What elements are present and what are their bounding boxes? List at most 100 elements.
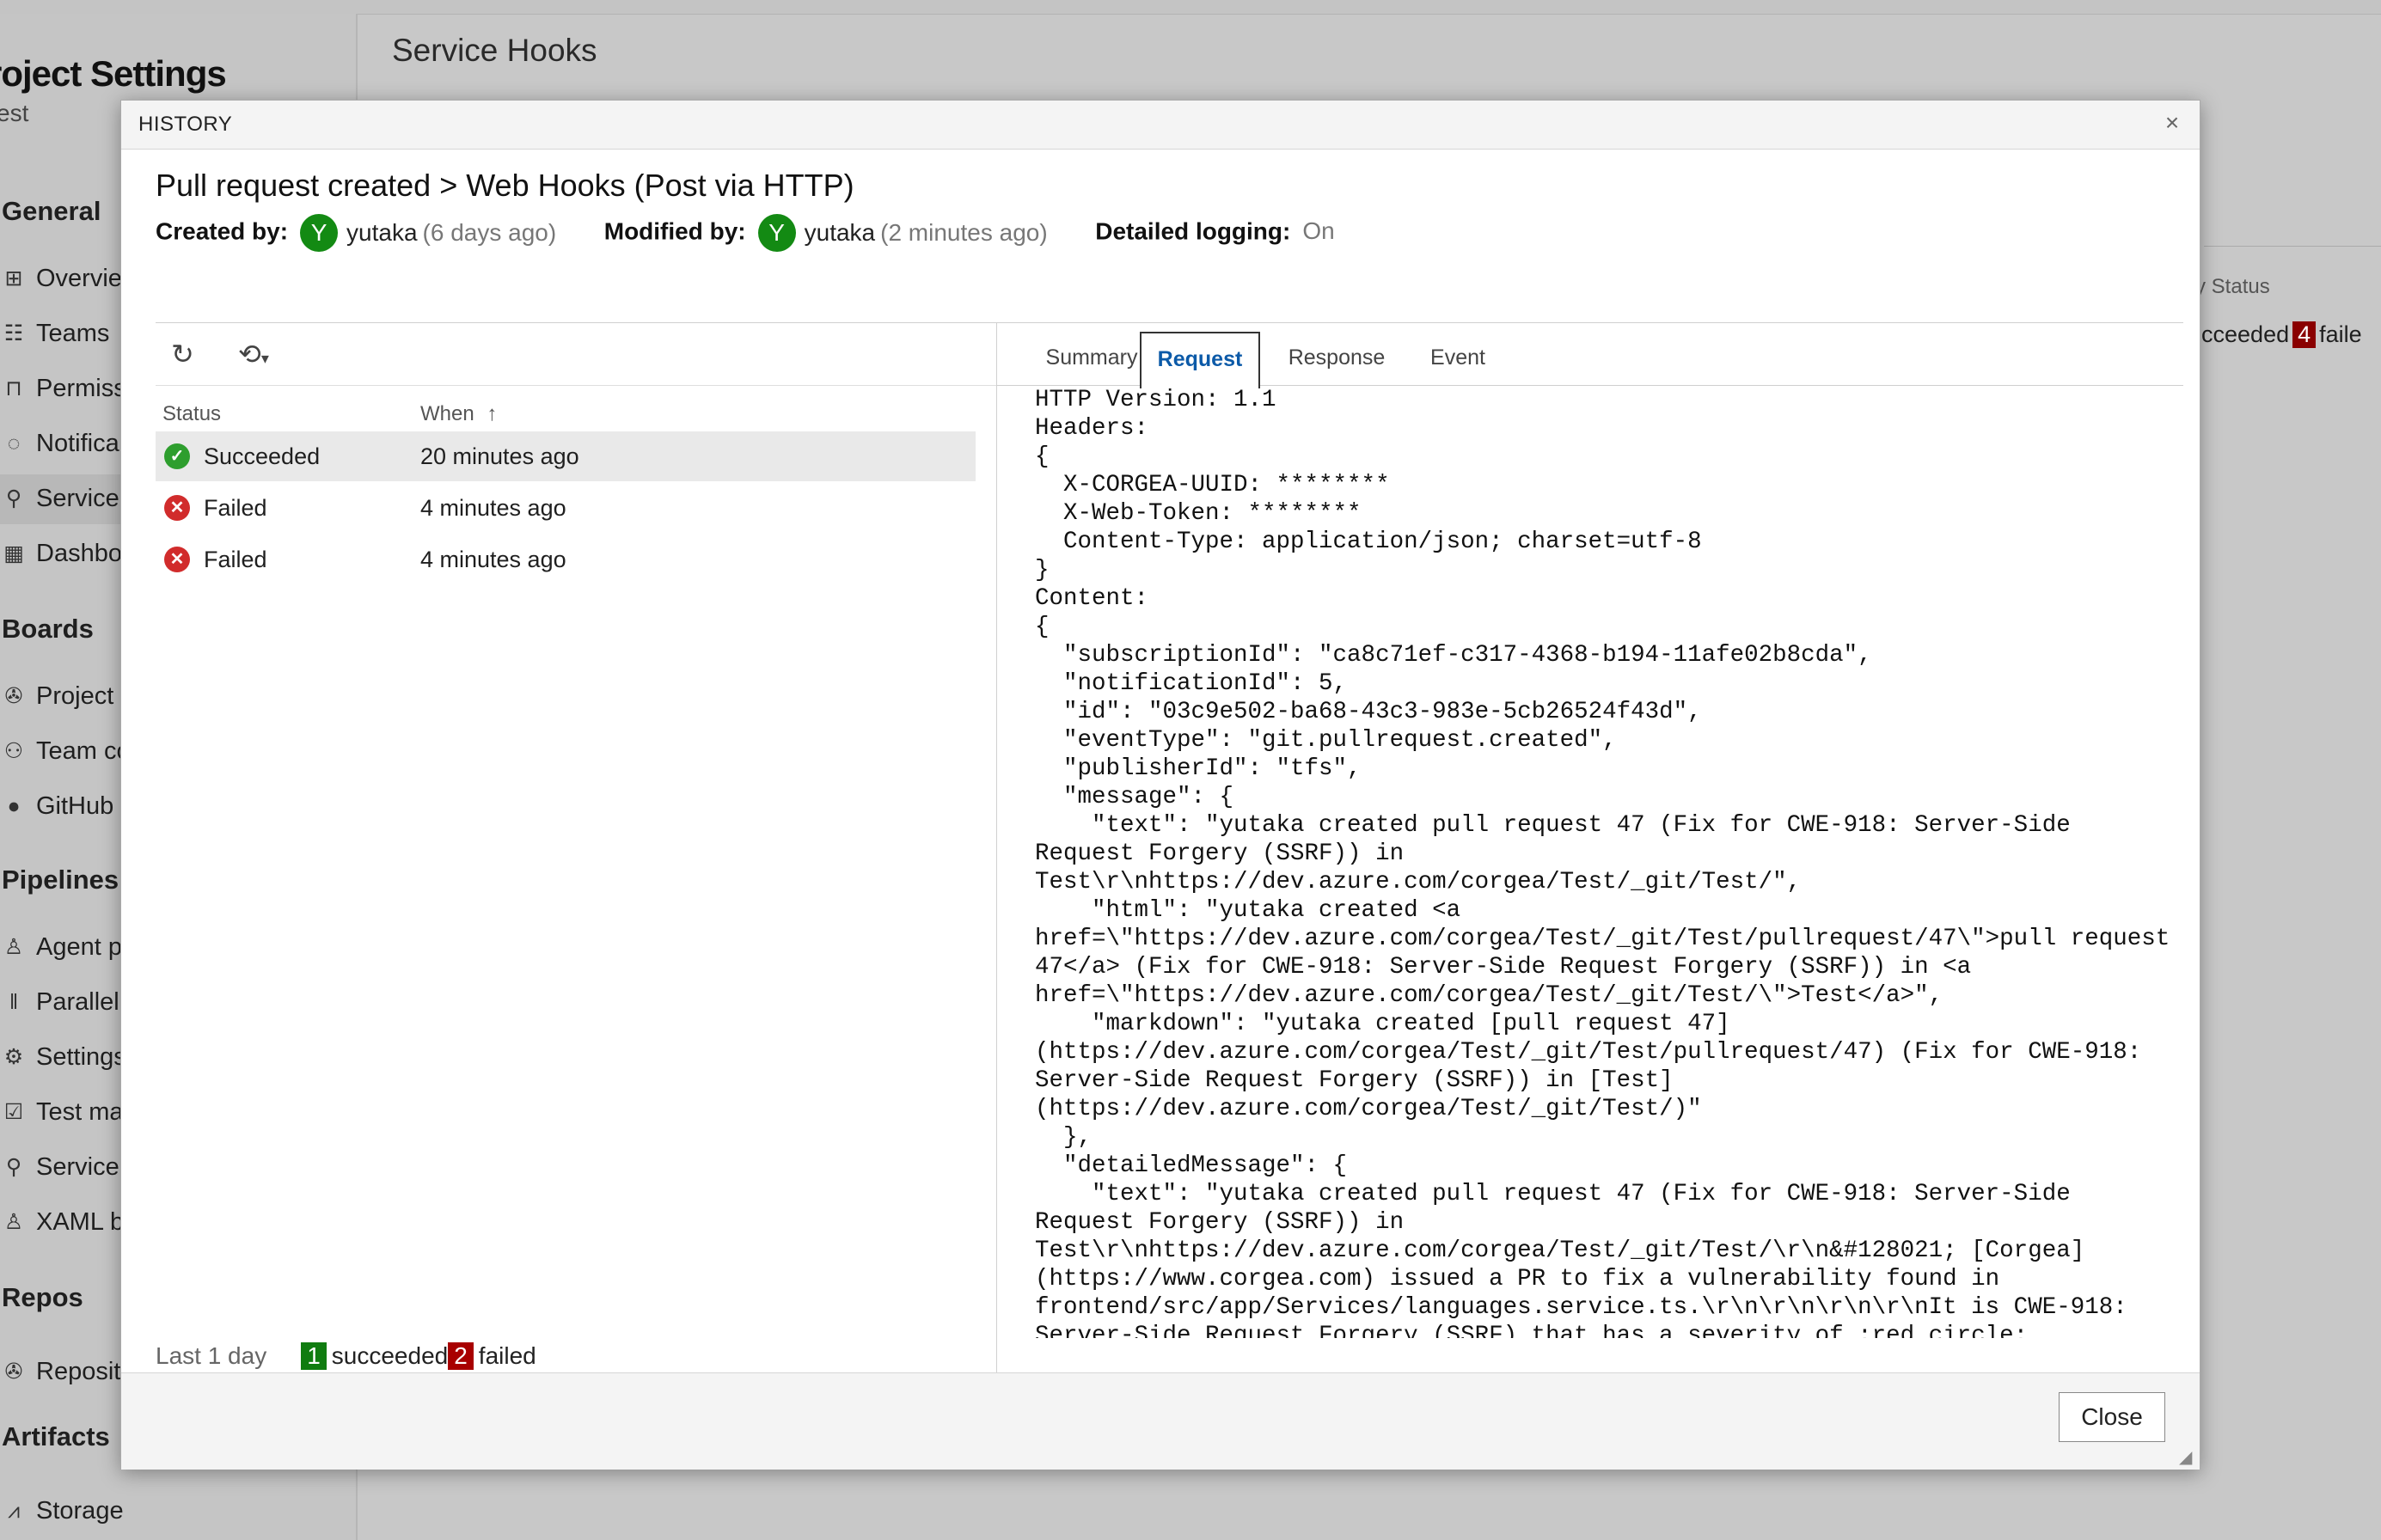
divider — [2204, 246, 2381, 247]
xaml-icon: ♙ — [3, 1210, 24, 1234]
when-header-label: When — [420, 402, 474, 425]
history-heading: Pull request created > Web Hooks (Post v… — [156, 168, 854, 203]
grid-icon: ⊞ — [4, 266, 23, 290]
sidebar-item-label: Team co — [36, 737, 131, 765]
sidebar-item-label: XAML b — [36, 1208, 125, 1236]
succeeded-count-badge: 1 — [301, 1342, 327, 1370]
resize-grip-icon[interactable]: ◢ — [2179, 1449, 2196, 1466]
sidebar-item-label: Project — [36, 682, 114, 710]
close-button[interactable]: Close — [2059, 1392, 2165, 1442]
github-icon: ● — [7, 794, 21, 818]
time-range-label: Last 1 day — [156, 1342, 267, 1369]
sidebar-item-label: Service — [36, 1153, 119, 1181]
sidebar-item-label: Notifica — [36, 430, 119, 457]
chevron-down-icon: ▾ — [260, 350, 269, 367]
sidebar-item-storage[interactable]: ⩘ Storage — [0, 1487, 356, 1537]
parallel-icon: ‖ — [9, 990, 19, 1014]
dashboard-icon: ▦ — [3, 541, 24, 565]
top-bar — [0, 0, 2381, 15]
created-by-label: Created by: — [156, 217, 289, 245]
tab-event[interactable]: Event — [1405, 332, 1511, 385]
list-toolbar: ↻ ⟲▾ — [156, 323, 996, 386]
modified-by-label: Modified by: — [603, 217, 746, 245]
nav-group-general: General — [2, 196, 101, 226]
chart-icon: ⩘ — [7, 1499, 21, 1523]
notification-list: ↻ ⟲▾ Status When ↑ ✓ Succeeded 20 minute… — [156, 322, 997, 1373]
row-status: Failed — [204, 495, 267, 521]
sidebar-item-label: Service — [36, 485, 119, 512]
sidebar-item-label: Permiss — [36, 375, 126, 402]
team-icon: ☷ — [3, 321, 24, 345]
nav-group-boards: Boards — [2, 614, 94, 644]
detailed-logging-label: Detailed logging: — [1095, 217, 1291, 245]
row-status: Succeeded — [204, 443, 321, 469]
sidebar-subtitle: est — [0, 100, 29, 126]
nav-group-artifacts: Artifacts — [2, 1421, 110, 1451]
chat-icon: ◌ — [7, 431, 21, 455]
status-column-header: y Status — [2195, 275, 2270, 298]
check-circle-icon: ✓ — [164, 443, 190, 469]
detailed-logging-value: On — [1302, 217, 1335, 245]
created-time: (6 days ago) — [422, 219, 557, 246]
page-title: Service Hooks — [392, 33, 597, 68]
history-filter-icon[interactable]: ⟲▾ — [238, 337, 269, 371]
status-text: faile — [2319, 321, 2362, 347]
nav-group-repos: Repos — [2, 1282, 83, 1312]
dialog-titlebar: HISTORY × — [121, 101, 2200, 150]
sidebar-title: roject Settings — [0, 53, 227, 94]
details-tabs: Summary Request Response Event — [997, 323, 2183, 388]
history-dialog: HISTORY × Pull request created > Web Hoo… — [120, 100, 2200, 1470]
row-when: 20 minutes ago — [420, 443, 579, 469]
request-body: HTTP Version: 1.1 Headers: { X-CORGEA-UU… — [1035, 387, 2170, 1338]
when-column-header[interactable]: When ↑ — [420, 402, 497, 426]
error-circle-icon: ✕ — [164, 547, 190, 572]
row-status: Failed — [204, 547, 267, 572]
tab-request[interactable]: Request — [1140, 332, 1260, 388]
close-icon[interactable]: × — [2157, 107, 2188, 138]
table-row[interactable]: ✕ Failed 4 minutes ago — [156, 535, 976, 584]
test-icon: ☑ — [3, 1100, 24, 1124]
avatar: Y — [300, 214, 339, 252]
failed-count-badge: 4 — [2292, 321, 2317, 348]
error-circle-icon: ✕ — [164, 495, 190, 521]
sidebar-item-label: Storage — [36, 1497, 124, 1525]
nav-group-pipelines: Pipelines — [2, 865, 119, 895]
people-icon: ⚇ — [3, 739, 24, 763]
sort-arrow-up-icon: ↑ — [487, 402, 498, 425]
sidebar-item-label: Teams — [36, 320, 110, 347]
avatar: Y — [757, 214, 796, 252]
tab-response[interactable]: Response — [1265, 332, 1408, 385]
table-row[interactable]: ✓ Succeeded 20 minutes ago — [156, 431, 976, 481]
connection-icon: ⚲ — [5, 1155, 22, 1179]
agent-icon: ♙ — [3, 935, 24, 959]
refresh-icon[interactable]: ↻ — [171, 337, 194, 371]
table-row[interactable]: ✕ Failed 4 minutes ago — [156, 483, 976, 533]
sidebar-item-label: GitHub — [36, 792, 114, 820]
status-text: ucceeded — [2188, 321, 2290, 347]
sidebar-item-label: Overvie — [36, 265, 122, 292]
sidebar-item-label: Dashbo — [36, 540, 122, 567]
sidebar-item-label: Agent p — [36, 933, 122, 961]
status-summary: ucceeded 4 faile — [2188, 321, 2362, 348]
created-by-user[interactable]: yutaka — [346, 219, 418, 246]
hook-icon: ⚲ — [5, 486, 22, 510]
status-column-header[interactable]: Status — [162, 402, 221, 426]
failed-count-badge: 2 — [448, 1342, 474, 1370]
modified-time: (2 minutes ago) — [880, 219, 1048, 246]
sidebar-item-label: Test ma — [36, 1098, 124, 1126]
notification-details: Summary Request Response Event HTTP Vers… — [997, 322, 2183, 1373]
dialog-title: HISTORY — [138, 113, 233, 136]
subscription-meta: Created by: Yyutaka (6 days ago) Modified … — [156, 214, 1335, 257]
modified-by-user[interactable]: yutaka — [805, 219, 876, 246]
repo-icon: ✇ — [4, 1360, 23, 1384]
row-when: 4 minutes ago — [420, 547, 566, 572]
sidebar-item-label: Settings — [36, 1043, 126, 1071]
list-summary: Last 1 day 1 succeeded 2 failed — [156, 1342, 536, 1370]
dialog-footer: Close ◢ — [121, 1372, 2200, 1470]
request-content-viewer[interactable]: HTTP Version: 1.1 Headers: { X-CORGEA-UU… — [997, 386, 2183, 1338]
sidebar-item-label: Reposit — [36, 1358, 121, 1385]
sidebar-item-label: Parallel — [36, 988, 119, 1016]
gear-cog-icon: ✇ — [4, 684, 23, 708]
settings-icon: ⚙ — [3, 1045, 24, 1069]
row-when: 4 minutes ago — [420, 495, 566, 521]
